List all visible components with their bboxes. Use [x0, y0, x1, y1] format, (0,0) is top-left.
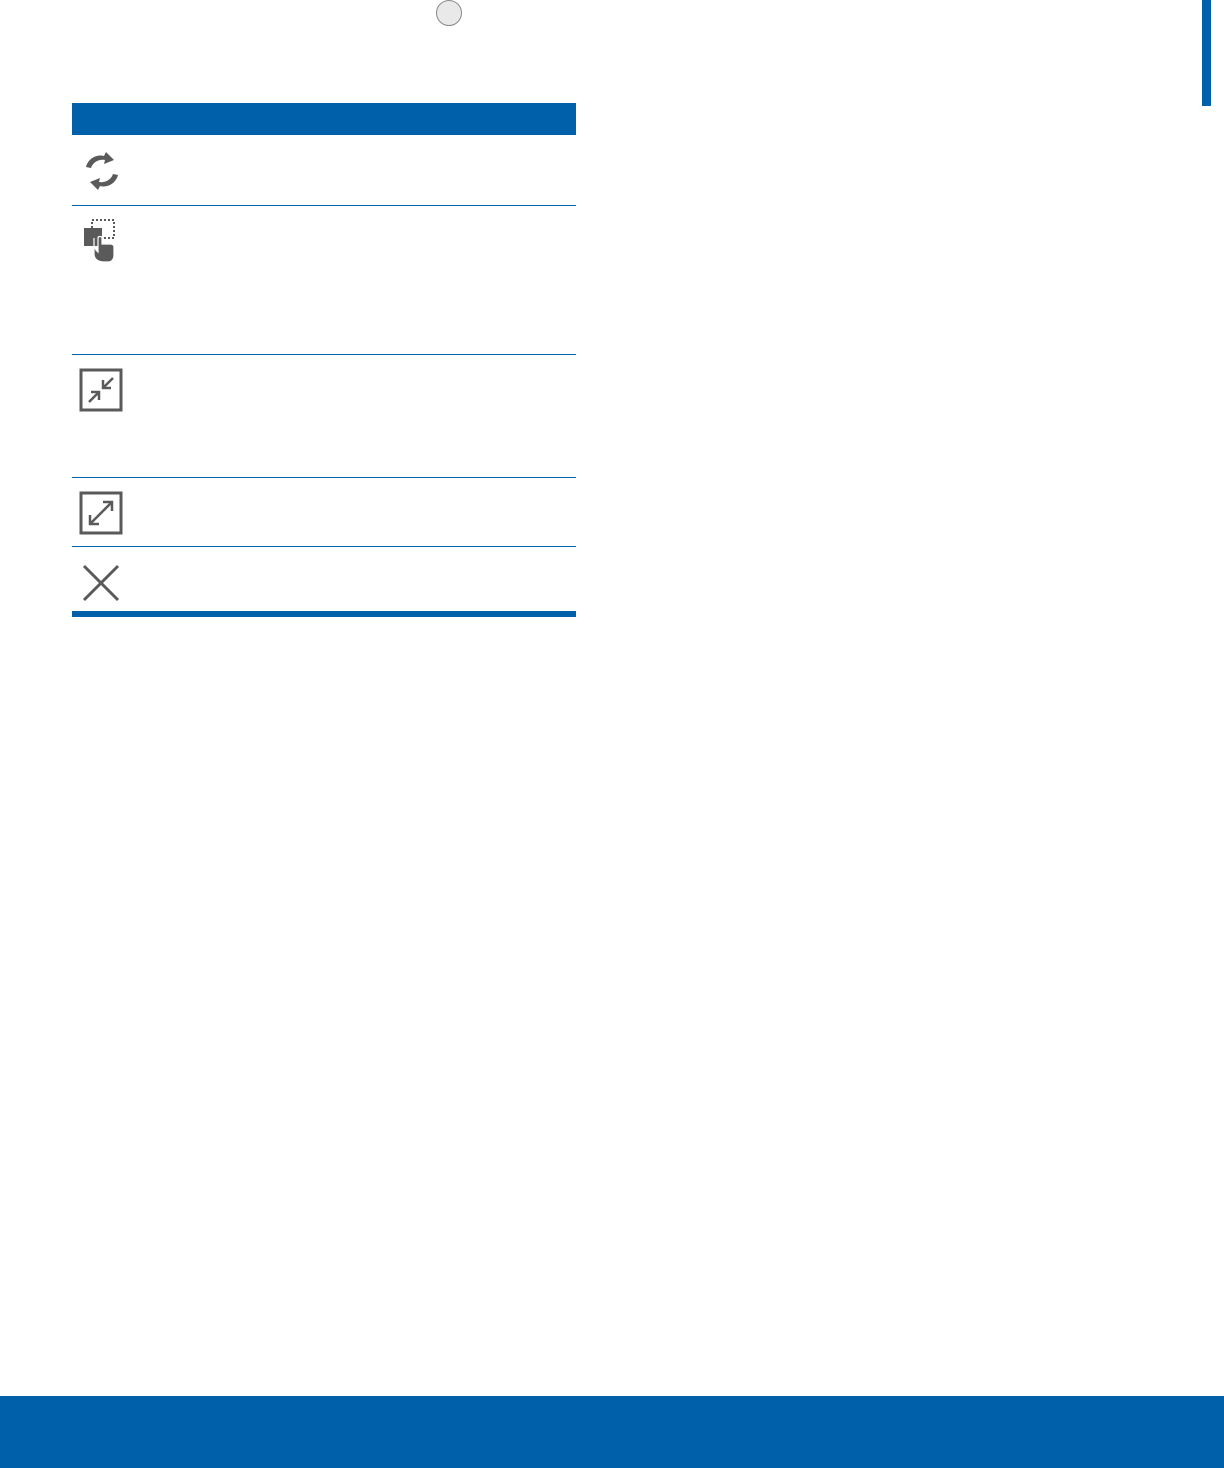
table-row: [72, 478, 576, 547]
footer-bar: [0, 1396, 1224, 1468]
minimize-window-icon: [78, 367, 126, 415]
maximize-window-icon: [78, 490, 126, 538]
table-header: [72, 103, 576, 135]
page-edge-marker: [1202, 0, 1211, 106]
table-row: [72, 135, 576, 206]
close-icon: [78, 562, 126, 610]
bullet-circle-icon: [436, 0, 462, 26]
table-row: [72, 547, 576, 617]
switch-windows-icon: [78, 147, 126, 195]
drag-and-drop-icon: [78, 216, 126, 264]
table-row: [72, 355, 576, 478]
table-row: [72, 206, 576, 355]
icon-table: [72, 103, 576, 617]
